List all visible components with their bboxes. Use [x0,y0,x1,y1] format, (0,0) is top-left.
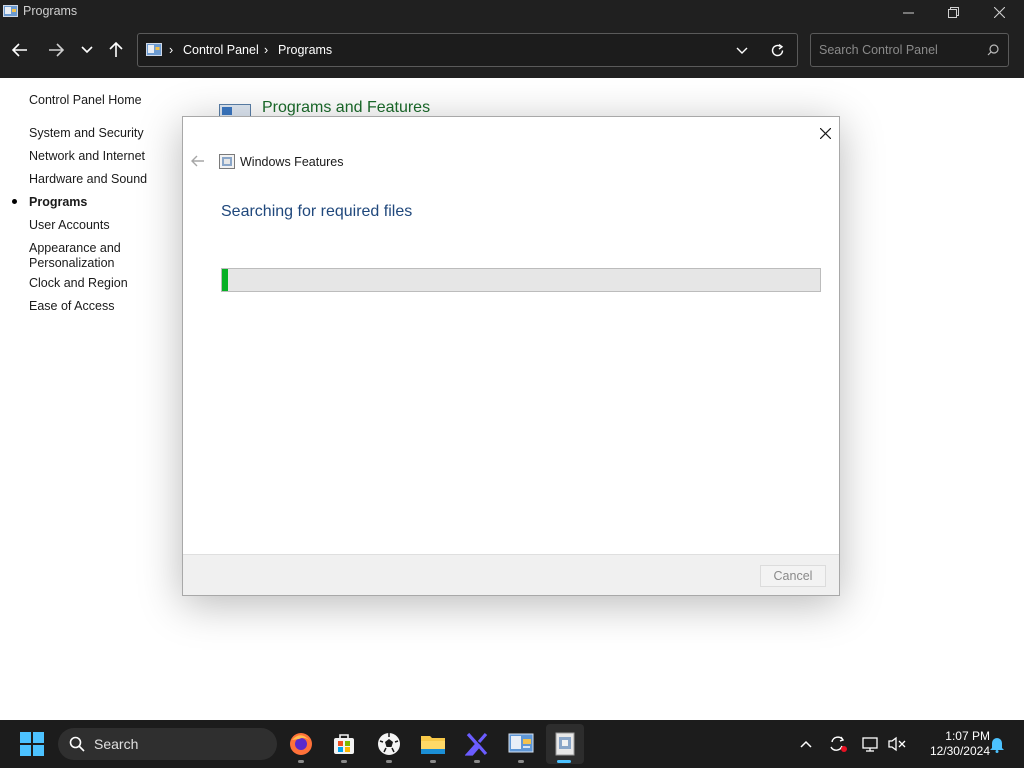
file-explorer-taskbar-button[interactable] [419,730,447,758]
search-icon [69,736,85,752]
running-indicator [298,760,304,763]
sync-tray-button[interactable] [824,730,852,758]
navigation-bar: › Control Panel › Programs Search Contro… [0,24,1024,78]
windows-features-dialog: Windows Features Searching for required … [182,116,840,596]
nav-appearance-line1[interactable]: Appearance and [29,241,121,256]
up-button[interactable] [102,36,130,64]
back-button[interactable] [6,36,34,64]
minimize-icon [902,12,914,13]
window-title: Programs [23,4,78,18]
recent-locations-button[interactable] [73,36,101,64]
dialog-title: Windows Features [240,155,344,169]
nav-network-and-internet[interactable]: Network and Internet [29,149,145,164]
restore-button[interactable] [930,0,976,24]
arrow-left-icon[interactable] [189,152,207,170]
minimize-button[interactable] [885,0,931,24]
arrow-right-icon [49,43,64,57]
nav-clock-and-region[interactable]: Clock and Region [29,276,128,291]
windows-features-icon [555,732,575,756]
address-bar[interactable]: › Control Panel › Programs [137,33,798,67]
control-panel-icon [3,5,18,17]
close-window-button[interactable] [976,0,1022,24]
nav-programs[interactable]: Programs [29,195,87,210]
left-navigation: Control Panel Home System and Security N… [0,78,175,720]
arrow-up-icon [109,42,123,57]
store-icon [334,734,354,754]
progress-bar [221,268,821,292]
running-indicator [474,760,480,763]
nav-hardware-and-sound[interactable]: Hardware and Sound [29,172,147,187]
restore-icon [947,6,959,18]
search-placeholder: Search Control Panel [819,43,938,57]
clock-date: 12/30/2024 [929,744,990,758]
firefox-icon [290,733,312,755]
control-panel-home-link[interactable]: Control Panel Home [29,93,142,108]
title-bar: Programs [0,0,1024,24]
bell-icon [990,738,1004,753]
nav-ease-of-access[interactable]: Ease of Access [29,299,114,314]
windows-features-icon [219,154,235,169]
taskbar: Search 1:07 PM 12/30/2024 [0,720,1024,768]
dialog-close-button[interactable] [815,123,835,143]
taskbar-search[interactable]: Search [58,728,277,760]
notifications-button[interactable] [983,730,1011,758]
running-indicator [518,760,524,763]
clock[interactable]: 1:07 PM 12/30/2024 [912,729,990,759]
arrow-left-icon [12,43,27,57]
windows-features-taskbar-button[interactable] [551,730,579,758]
close-icon [819,127,831,139]
dialog-footer: Cancel [183,554,839,595]
search-field[interactable]: Search Control Panel [810,33,1009,67]
chevron-down-icon [81,46,93,54]
windows-logo-icon [20,732,44,756]
folder-icon [421,736,445,754]
soccer-app-taskbar-button[interactable] [375,730,403,758]
nav-user-accounts[interactable]: User Accounts [29,218,110,233]
speaker-muted-icon [888,736,906,752]
sync-icon [830,736,847,752]
x-app-icon [465,732,488,756]
network-icon [862,737,878,752]
nav-system-and-security[interactable]: System and Security [29,126,144,141]
chevron-up-icon [800,740,812,748]
search-icon[interactable] [987,44,999,56]
forward-button[interactable] [42,36,70,64]
cancel-button[interactable]: Cancel [760,565,826,587]
running-indicator [430,760,436,763]
taskbar-search-label: Search [94,736,139,752]
progress-fill [222,269,228,291]
refresh-icon[interactable] [770,43,785,58]
chevron-down-icon[interactable] [736,47,748,55]
soccer-ball-icon [378,733,400,755]
active-indicator [557,760,571,763]
chevron-right-icon: › [169,43,174,57]
nav-appearance-line2[interactable]: Personalization [29,256,114,271]
breadcrumb-control-panel[interactable]: Control Panel [183,43,259,57]
volume-tray-button[interactable] [883,730,911,758]
start-button[interactable] [18,730,46,758]
active-bullet [12,199,17,204]
programs-and-features-link[interactable]: Programs and Features [262,99,430,117]
control-panel-taskbar-button[interactable] [507,730,535,758]
chevron-right-icon: › [264,43,269,57]
show-hidden-icons-button[interactable] [792,730,820,758]
status-heading: Searching for required files [221,203,413,220]
breadcrumb-programs[interactable]: Programs [278,43,332,57]
store-taskbar-button[interactable] [330,730,358,758]
firefox-taskbar-button[interactable] [287,730,315,758]
control-panel-icon [146,43,162,56]
network-tray-button[interactable] [857,730,885,758]
close-icon [993,6,1005,18]
control-panel-icon [508,733,534,753]
running-indicator [386,760,392,763]
clock-time: 1:07 PM [945,729,990,743]
x-app-taskbar-button[interactable] [463,730,491,758]
running-indicator [341,760,347,763]
